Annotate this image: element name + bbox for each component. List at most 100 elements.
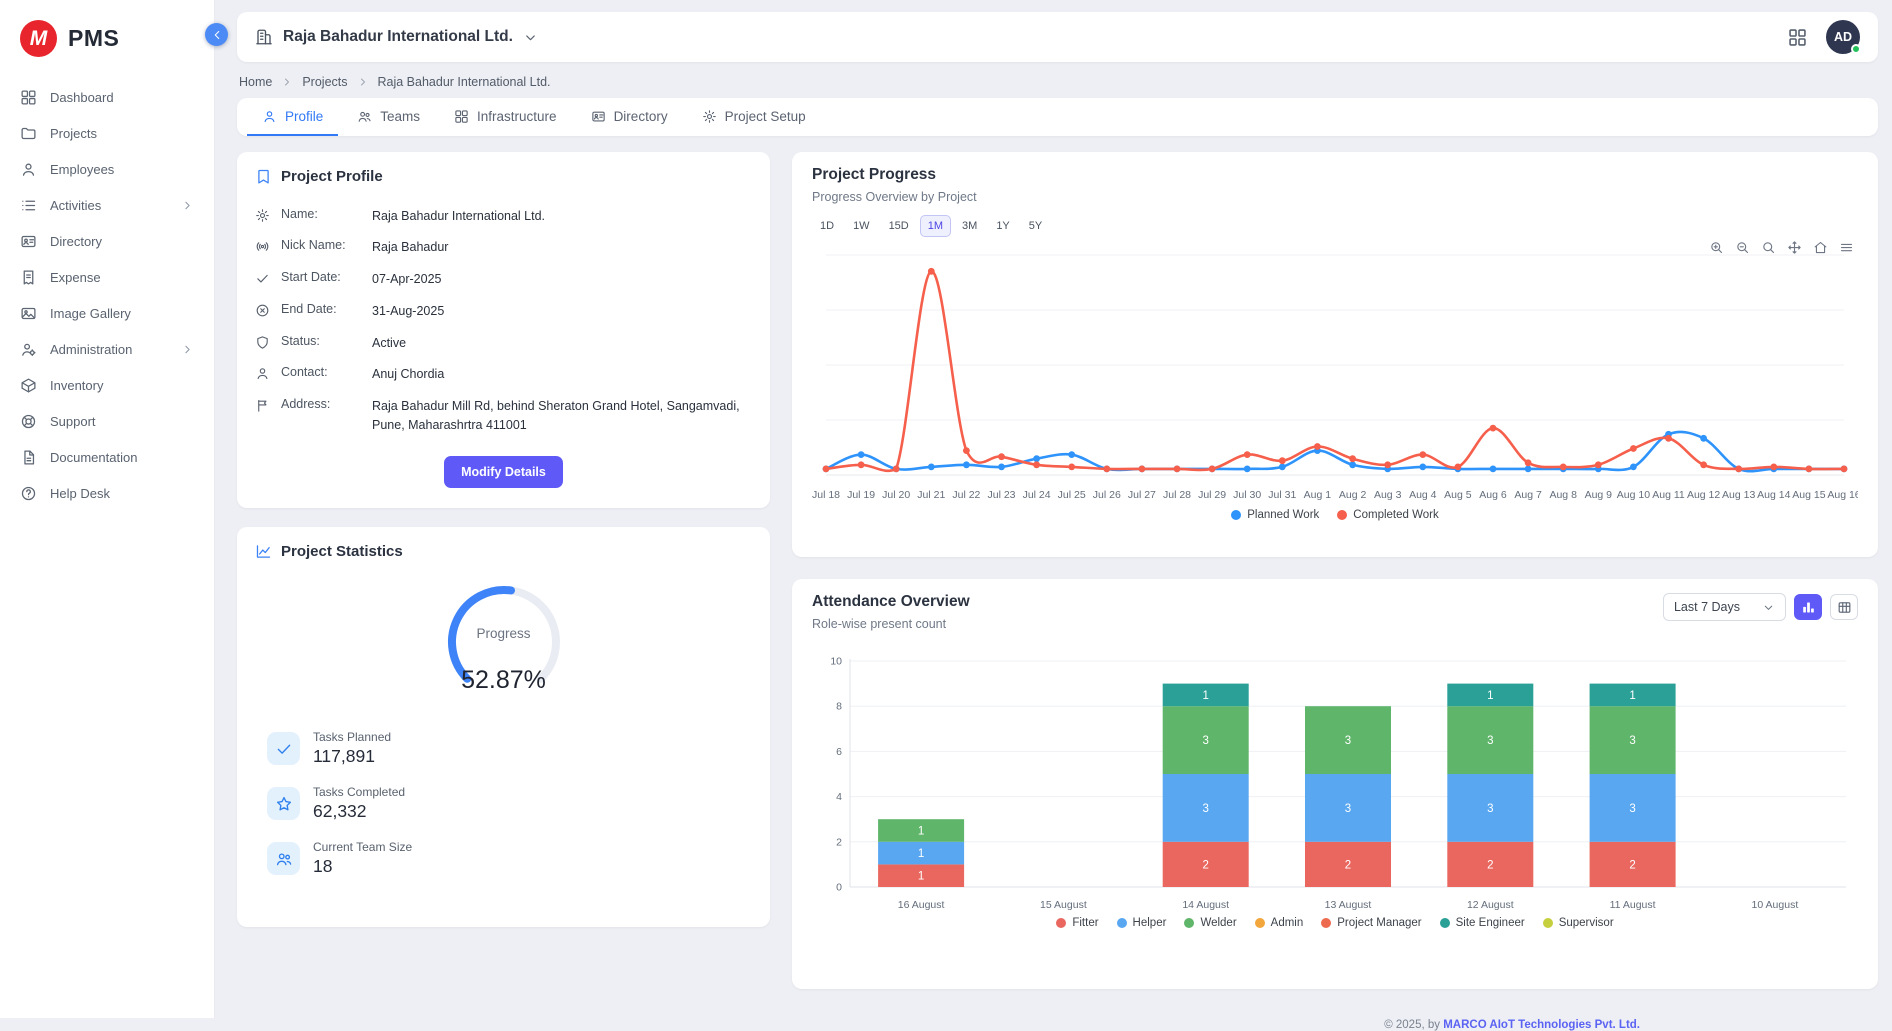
- sidebar-item-support[interactable]: Support: [0, 403, 214, 439]
- project-progress-card: Project Progress Progress Overview by Pr…: [792, 152, 1878, 557]
- tab-directory[interactable]: Directory: [576, 98, 683, 136]
- tab-infrastructure[interactable]: Infrastructure: [439, 98, 572, 136]
- footer-company-link[interactable]: MARCO AIoT Technologies Pvt. Ltd.: [1443, 1019, 1640, 1031]
- sidebar-item-activities[interactable]: Activities: [0, 187, 214, 223]
- sidebar-item-dashboard[interactable]: Dashboard: [0, 79, 214, 115]
- shield-icon: [255, 335, 270, 350]
- menu-button[interactable]: [1839, 240, 1854, 255]
- svg-text:3: 3: [1487, 735, 1493, 747]
- chevron-down-icon: [1762, 601, 1775, 614]
- sidebar-item-projects[interactable]: Projects: [0, 115, 214, 151]
- legend-item-supervisor[interactable]: Supervisor: [1543, 917, 1614, 929]
- sidebar-item-label: Documentation: [50, 450, 137, 465]
- users-icon: [275, 850, 293, 868]
- svg-text:2: 2: [1202, 859, 1208, 871]
- sidebar-item-administration[interactable]: Administration: [0, 331, 214, 367]
- svg-text:8: 8: [836, 701, 842, 713]
- sidebar-item-expense[interactable]: Expense: [0, 259, 214, 295]
- avatar-initials: AD: [1834, 30, 1852, 44]
- legend-item-completed-work[interactable]: Completed Work: [1337, 509, 1438, 521]
- selection-zoom-button[interactable]: [1761, 240, 1776, 255]
- project-profile-card: Project Profile Name: Raja Bahadur Inter…: [237, 152, 770, 508]
- app-logo[interactable]: M PMS: [0, 0, 214, 75]
- sidebar-item-employees[interactable]: Employees: [0, 151, 214, 187]
- zoom-in-icon: [1709, 240, 1724, 255]
- svg-text:Jul 22: Jul 22: [952, 489, 980, 501]
- attendance-overview-card: Attendance Overview Role-wise present co…: [792, 579, 1878, 989]
- zoom-in-button[interactable]: [1709, 240, 1724, 255]
- tab-project-setup[interactable]: Project Setup: [687, 98, 821, 136]
- legend-item-project-manager[interactable]: Project Manager: [1321, 917, 1421, 929]
- tab-profile[interactable]: Profile: [247, 98, 338, 136]
- attendance-bar-chart[interactable]: 024681011116 August15 August233114 Augus…: [812, 653, 1858, 915]
- range-button-1w[interactable]: 1W: [845, 215, 878, 237]
- employees-icon: [20, 161, 37, 178]
- svg-text:1: 1: [1202, 690, 1208, 702]
- legend-item-welder[interactable]: Welder: [1184, 917, 1236, 929]
- profile-field-value: Raja Bahadur: [372, 238, 448, 257]
- sidebar-item-label: Expense: [50, 270, 101, 285]
- legend-item-fitter[interactable]: Fitter: [1056, 917, 1098, 929]
- selection-zoom-icon: [1761, 240, 1776, 255]
- profile-field-row: Status: Active: [255, 327, 752, 359]
- legend-item-admin[interactable]: Admin: [1255, 917, 1304, 929]
- sidebar-item-label: Help Desk: [50, 486, 110, 501]
- statistic-value: 117,891: [313, 746, 391, 767]
- progress-line-chart[interactable]: Jul 18Jul 19Jul 20Jul 21Jul 22Jul 23Jul …: [812, 239, 1858, 507]
- progress-gauge: Progress 52.87%: [438, 580, 570, 708]
- svg-text:Aug 5: Aug 5: [1444, 489, 1472, 501]
- legend-item-site-engineer[interactable]: Site Engineer: [1440, 917, 1525, 929]
- range-button-5y[interactable]: 5Y: [1021, 215, 1050, 237]
- modify-details-button[interactable]: Modify Details: [444, 456, 563, 488]
- bar-view-button[interactable]: [1794, 594, 1822, 620]
- table-view-button[interactable]: [1830, 594, 1858, 620]
- svg-text:Aug 6: Aug 6: [1479, 489, 1507, 501]
- tab-bar: Profile Teams Infrastructure Directory P…: [237, 98, 1878, 136]
- svg-text:Aug 14: Aug 14: [1757, 489, 1790, 501]
- range-button-15d[interactable]: 15D: [881, 215, 917, 237]
- legend-item-planned-work[interactable]: Planned Work: [1231, 509, 1319, 521]
- date-range-select[interactable]: Last 7 Days: [1663, 593, 1786, 621]
- company-selector[interactable]: Raja Bahadur International Ltd.: [255, 28, 538, 46]
- svg-text:1: 1: [918, 826, 924, 838]
- profile-field-row: Nick Name: Raja Bahadur: [255, 232, 752, 264]
- home-button[interactable]: [1813, 240, 1828, 255]
- profile-field-label: Name:: [281, 207, 361, 221]
- svg-text:Aug 11: Aug 11: [1652, 489, 1685, 501]
- pan-button[interactable]: [1787, 240, 1802, 255]
- breadcrumb: Home Projects Raja Bahadur International L…: [237, 62, 1878, 98]
- svg-text:2: 2: [836, 836, 842, 848]
- breadcrumb-item-raja-bahadur-international-ltd: Raja Bahadur International Ltd.: [378, 75, 551, 89]
- range-button-1y[interactable]: 1Y: [988, 215, 1017, 237]
- tab-teams[interactable]: Teams: [342, 98, 435, 136]
- sidebar-nav: Dashboard Projects Employees Activities …: [0, 75, 214, 515]
- breadcrumb-item-projects[interactable]: Projects: [302, 75, 347, 89]
- sidebar-item-documentation[interactable]: Documentation: [0, 439, 214, 475]
- statistic-item: Tasks Completed 62,332: [267, 785, 752, 822]
- avatar[interactable]: AD: [1826, 20, 1860, 54]
- svg-text:12 August: 12 August: [1467, 899, 1514, 911]
- apps-grid-button[interactable]: [1787, 27, 1808, 48]
- tab-label: Teams: [380, 109, 420, 124]
- svg-text:2: 2: [1629, 859, 1635, 871]
- profile-field-row: Name: Raja Bahadur International Ltd.: [255, 200, 752, 232]
- gauge-label: Progress: [438, 626, 570, 641]
- sidebar-item-directory[interactable]: Directory: [0, 223, 214, 259]
- sidebar-item-image-gallery[interactable]: Image Gallery: [0, 295, 214, 331]
- svg-text:3: 3: [1487, 803, 1493, 815]
- inventory-icon: [20, 377, 37, 394]
- statistic-item: Current Team Size 18: [267, 840, 752, 877]
- range-button-1d[interactable]: 1D: [812, 215, 842, 237]
- svg-text:Aug 2: Aug 2: [1339, 489, 1367, 501]
- sidebar-item-inventory[interactable]: Inventory: [0, 367, 214, 403]
- zoom-out-button[interactable]: [1735, 240, 1750, 255]
- svg-text:Jul 24: Jul 24: [1023, 489, 1051, 501]
- range-button-1m[interactable]: 1M: [920, 215, 951, 237]
- sidebar-item-help-desk[interactable]: Help Desk: [0, 475, 214, 511]
- range-button-3m[interactable]: 3M: [954, 215, 985, 237]
- breadcrumb-item-home[interactable]: Home: [239, 75, 272, 89]
- svg-text:3: 3: [1202, 735, 1208, 747]
- sidebar-collapse-button[interactable]: [205, 23, 228, 46]
- legend-item-helper[interactable]: Helper: [1117, 917, 1167, 929]
- attendance-card-title: Attendance Overview: [812, 593, 970, 611]
